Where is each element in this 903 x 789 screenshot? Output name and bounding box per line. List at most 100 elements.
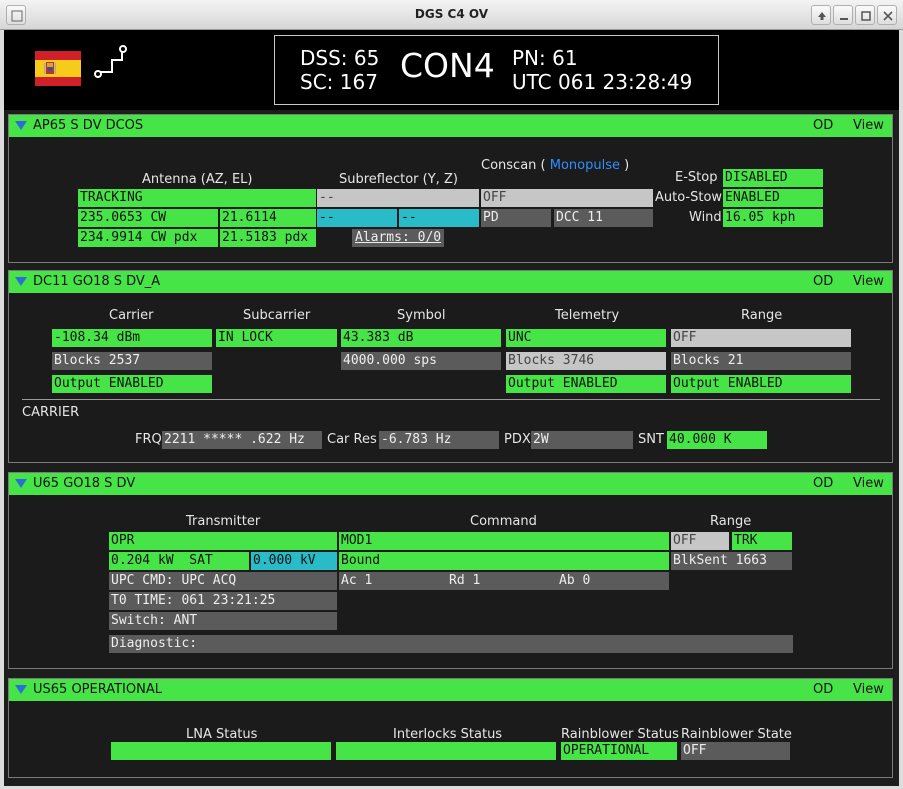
conscan-dcc: DCC 11 — [554, 209, 653, 227]
conscan-paren: ) — [624, 158, 630, 173]
subcarrier-state: IN LOCK — [216, 329, 337, 347]
od-button[interactable]: OD — [813, 274, 833, 289]
antenna-panel: AP65 S DV DCOS OD View Antenna (AZ, EL) … — [8, 114, 893, 263]
status-header: DSS: 65 SC: 167 CON4 PN: 61 UTC 061 23:2… — [4, 30, 899, 110]
lna-status-label: LNA Status — [186, 727, 258, 742]
carrier-section-label: CARRIER — [22, 405, 80, 420]
subreflector-label: Subreflector (Y, Z) — [339, 172, 458, 187]
arrow-up-icon — [818, 12, 826, 20]
telemetry-blocks: Blocks 3746 — [506, 352, 666, 370]
sc-readout: SC: 167 — [300, 70, 378, 94]
maximize-icon — [861, 11, 871, 21]
frq-label: FRQ — [135, 432, 162, 447]
close-icon — [883, 11, 893, 21]
transmitter-state: OPR — [109, 532, 337, 550]
wind-value: 16.05 kph — [723, 209, 823, 227]
window-close-button[interactable] — [877, 5, 897, 25]
transmitter-label: Transmitter — [186, 514, 261, 529]
estop-label: E-Stop — [675, 170, 718, 185]
alarms-button[interactable]: Alarms: 0/0 — [352, 229, 445, 247]
collapse-triangle-icon[interactable] — [15, 479, 27, 488]
con-readout: CON4 — [400, 46, 495, 85]
diagnostic-field: Diagnostic: — [109, 635, 793, 653]
carres-label: Car Res — [327, 432, 377, 447]
wind-label: Wind — [689, 210, 722, 225]
antenna-panel-header[interactable]: AP65 S DV DCOS OD View — [9, 115, 892, 137]
window-titlebar: DGS C4 OV — [0, 0, 903, 30]
window-maximize-button[interactable] — [855, 5, 875, 25]
antenna-mode: TRACKING — [78, 189, 316, 207]
pn-readout: PN: 61 — [512, 46, 578, 70]
connection-icon[interactable] — [92, 42, 132, 82]
minimize-icon — [840, 18, 848, 20]
subreflector-z: -- — [399, 209, 479, 227]
rainblower-state-value: OFF — [681, 742, 790, 760]
tx-sat-text: SAT — [189, 553, 213, 568]
view-button[interactable]: View — [853, 274, 884, 289]
subreflector-mode: -- — [317, 189, 479, 207]
range-blocks: Blocks 21 — [671, 352, 851, 370]
antenna-el-pdx: 21.5183 pdx — [220, 229, 316, 247]
uplink-panel-header[interactable]: U65 GO18 S DV OD View — [9, 473, 892, 495]
downlink-panel-header[interactable]: DC11 GO18 S DV_A OD View — [9, 271, 892, 293]
panel-title: U65 GO18 S DV — [33, 476, 136, 491]
carrier-blocks: Blocks 2537 — [52, 352, 212, 370]
autostow-label: Auto-Stow — [655, 190, 723, 205]
uplink-panel: U65 GO18 S DV OD View Transmitter OPR 0.… — [8, 472, 893, 669]
tx-power-text: 0.204 kW — [111, 553, 174, 568]
cmd-ac: Ac 1 — [341, 573, 373, 588]
range-trk: TRK — [732, 532, 792, 550]
upc-cmd: UPC CMD: UPC ACQ — [109, 572, 337, 590]
conscan-state: OFF — [481, 189, 653, 207]
estop-value: DISABLED — [723, 169, 823, 187]
app-body: DSS: 65 SC: 167 CON4 PN: 61 UTC 061 23:2… — [4, 30, 899, 786]
carrier-output: Output ENABLED — [52, 375, 212, 393]
range-blksent: BlkSent 1663 — [671, 552, 792, 570]
od-button[interactable]: OD — [813, 118, 833, 133]
view-button[interactable]: View — [853, 118, 884, 133]
telemetry-state: UNC — [506, 329, 666, 347]
symbol-rate: 4000.000 sps — [341, 352, 501, 370]
interlocks-status-label: Interlocks Status — [393, 727, 503, 742]
range-output: Output ENABLED — [671, 375, 851, 393]
snt-label: SNT — [638, 432, 664, 447]
collapse-triangle-icon[interactable] — [15, 685, 27, 694]
symbol-db: 43.383 dB — [341, 329, 501, 347]
antenna-az-pdx: 234.9914 CW pdx — [78, 229, 218, 247]
panel-title: US65 OPERATIONAL — [33, 682, 162, 697]
view-button[interactable]: View — [853, 476, 884, 491]
lna-status-value — [111, 742, 331, 760]
us65-panel: US65 OPERATIONAL OD View LNA Status Inte… — [8, 678, 893, 778]
window-shade-button[interactable] — [811, 5, 831, 25]
antenna-label: Antenna (AZ, EL) — [142, 172, 253, 187]
window-minimize-button[interactable] — [833, 5, 853, 25]
view-button[interactable]: View — [853, 682, 884, 697]
pdx-value: 2W — [531, 431, 633, 449]
window-title: DGS C4 OV — [414, 7, 489, 21]
interlocks-status-value — [336, 742, 556, 760]
carres-value: -6.783 Hz — [379, 431, 499, 449]
conscan-label: Conscan ( Monopulse ) — [481, 158, 629, 173]
cmd-rd: Rd 1 — [449, 573, 481, 588]
rainblower-status-label: Rainblower Status — [561, 727, 679, 742]
carrier-label: Carrier — [109, 308, 154, 323]
us65-panel-header[interactable]: US65 OPERATIONAL OD View — [9, 679, 892, 701]
downlink-panel: DC11 GO18 S DV_A OD View Carrier -108.34… — [8, 270, 893, 463]
od-button[interactable]: OD — [813, 682, 833, 697]
station-status-box: DSS: 65 SC: 167 CON4 PN: 61 UTC 061 23:2… — [274, 35, 719, 105]
telemetry-output: Output ENABLED — [506, 375, 666, 393]
subcarrier-label: Subcarrier — [243, 308, 311, 323]
range-state: OFF — [671, 329, 851, 347]
monopulse-link[interactable]: Monopulse — [550, 158, 620, 173]
antenna-el: 21.6114 — [220, 209, 316, 227]
rainblower-state-label: Rainblower State — [681, 727, 792, 742]
collapse-triangle-icon[interactable] — [15, 121, 27, 130]
panel-title: AP65 S DV DCOS — [33, 118, 144, 133]
section-divider — [22, 399, 880, 400]
dss-readout: DSS: 65 — [300, 46, 380, 70]
t0-time: T0 TIME: 061 23:21:25 — [109, 592, 337, 610]
collapse-triangle-icon[interactable] — [15, 277, 27, 286]
pdx-label: PDX — [504, 432, 531, 447]
od-button[interactable]: OD — [813, 476, 833, 491]
command-label: Command — [470, 514, 537, 529]
